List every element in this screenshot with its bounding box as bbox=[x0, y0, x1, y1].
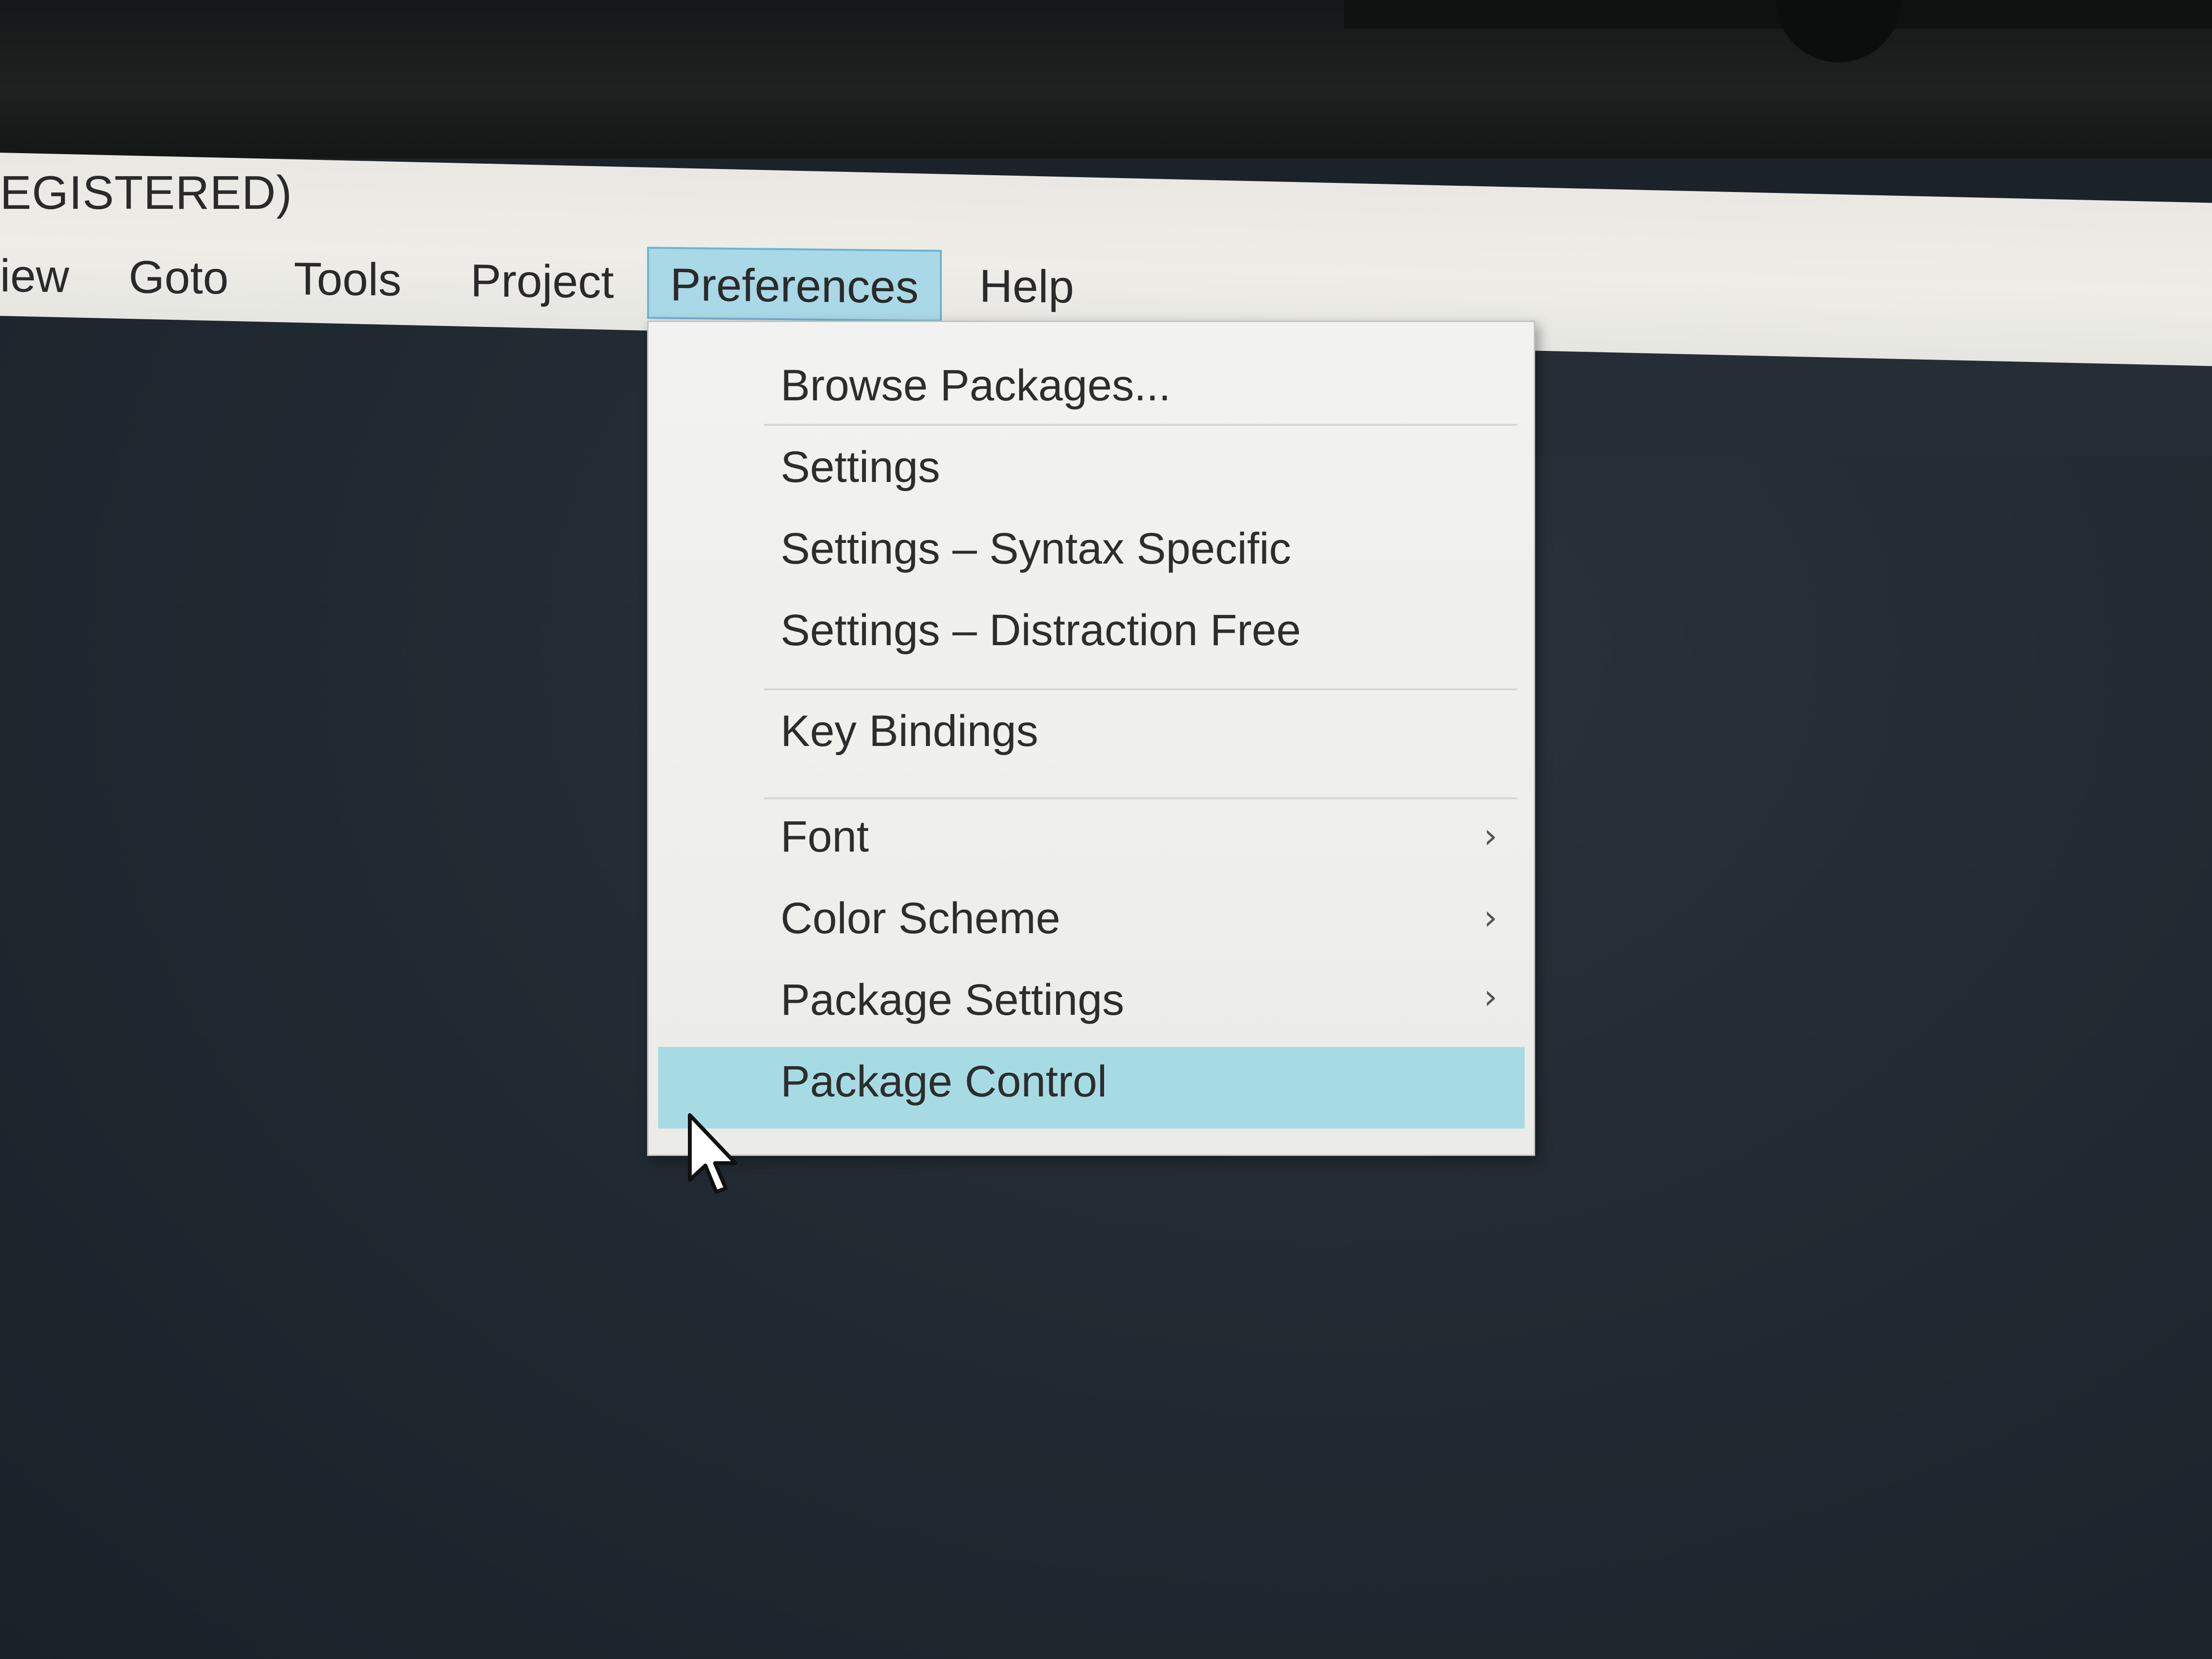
preferences-dropdown: Browse Packages... Settings Settings – S… bbox=[647, 321, 1535, 1156]
menu-item-key-bindings[interactable]: Key Bindings bbox=[781, 706, 1038, 757]
menu-view[interactable]: iew bbox=[0, 240, 69, 313]
menu-item-settings-syntax-specific[interactable]: Settings – Syntax Specific bbox=[781, 524, 1291, 574]
menu-preferences[interactable]: Preferences bbox=[647, 247, 942, 322]
bezel-notch bbox=[1776, 0, 1901, 62]
menu-item-color-scheme[interactable]: Color Scheme bbox=[781, 893, 1060, 944]
monitor-bezel bbox=[0, 0, 2212, 158]
menu-separator bbox=[764, 797, 1517, 799]
menu-tools[interactable]: Tools bbox=[294, 243, 401, 316]
menu-goto[interactable]: Goto bbox=[129, 241, 228, 314]
menu-project[interactable]: Project bbox=[470, 245, 614, 318]
menu-help[interactable]: Help bbox=[979, 250, 1074, 323]
menu-item-settings-distraction-free[interactable]: Settings – Distraction Free bbox=[781, 605, 1301, 656]
screen: EGISTERED) iew Goto Tools Project Prefer… bbox=[0, 0, 2212, 1659]
menu-separator bbox=[764, 688, 1517, 690]
chevron-right-icon: › bbox=[1483, 976, 1498, 1017]
chevron-right-icon: › bbox=[1483, 816, 1498, 856]
menu-item-settings[interactable]: Settings bbox=[781, 442, 940, 493]
menu-item-font[interactable]: Font bbox=[781, 812, 869, 862]
menu-separator bbox=[764, 424, 1517, 426]
chevron-right-icon: › bbox=[1483, 897, 1498, 938]
menu-item-package-control[interactable]: Package Control bbox=[781, 1057, 1107, 1107]
menu-item-package-settings[interactable]: Package Settings bbox=[781, 975, 1124, 1025]
menu-item-browse-packages[interactable]: Browse Packages... bbox=[781, 361, 1171, 411]
mouse-pointer-icon bbox=[688, 1113, 737, 1194]
window-title: EGISTERED) bbox=[0, 166, 292, 219]
